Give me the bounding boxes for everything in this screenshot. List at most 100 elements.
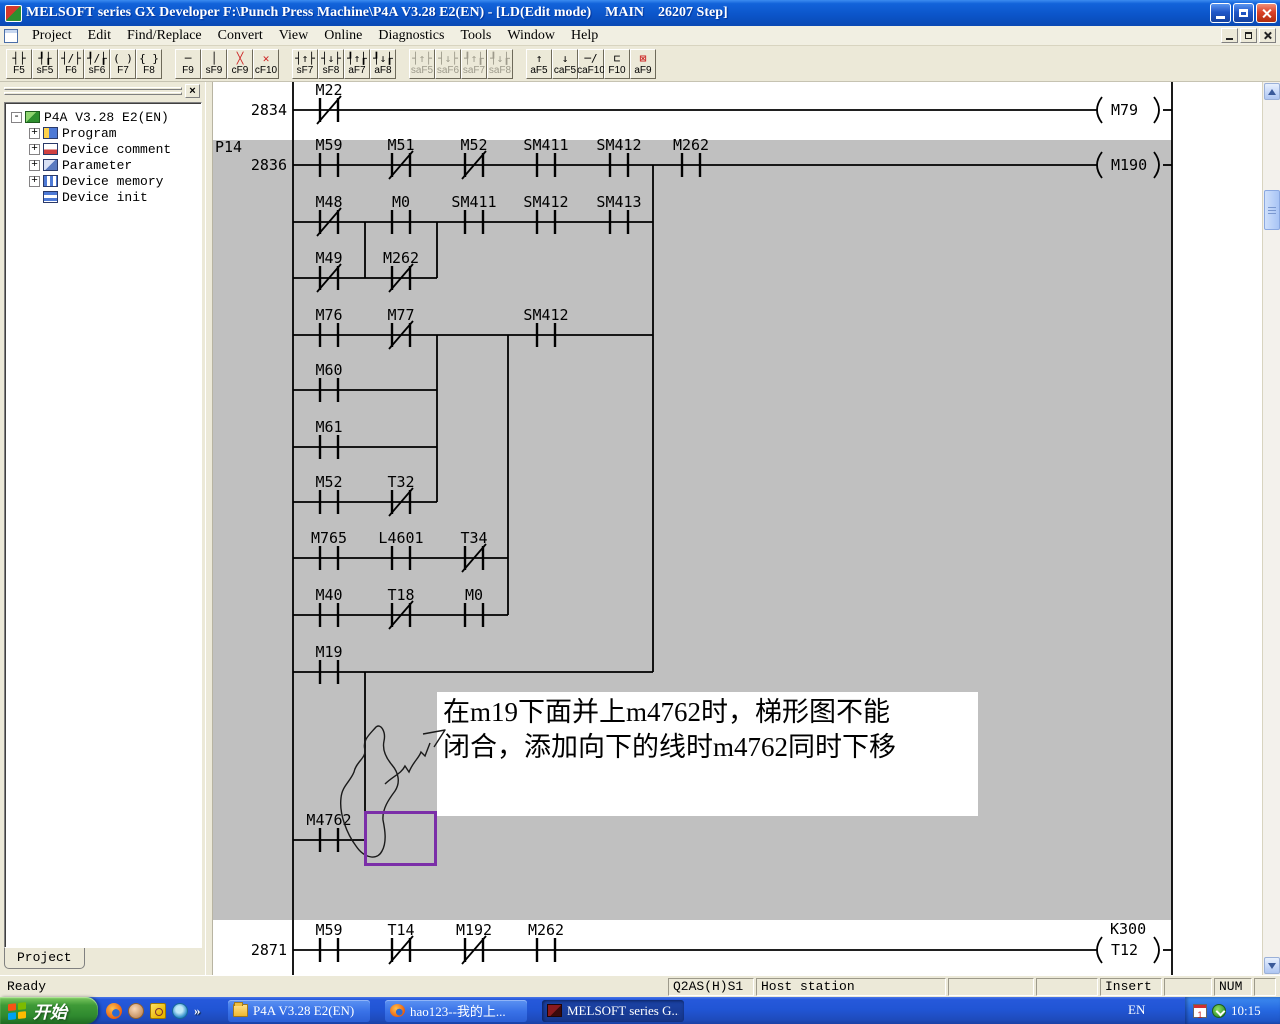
menu-find-replace[interactable]: Find/Replace [119,27,210,45]
tree-item-p4a-v3-28-e2-en-[interactable]: -P4A V3.28 E2(EN) [7,109,199,125]
dock-grip[interactable] [4,92,182,95]
tool-aF8-button[interactable]: ┦↓┟aF8 [370,49,396,79]
melsoft-icon [547,1004,562,1017]
menu-project[interactable]: Project [24,27,80,45]
tool-sF5-button[interactable]: ┦┟sF5 [32,49,58,79]
windows-taskbar: 开始 » P4A V3.28 E2(EN) hao123--我的上... MELSO… [0,997,1280,1024]
panel-close-button[interactable]: × [185,84,200,98]
annotation-note: 在m19下面并上m4762时，梯形图不能 闭合，添加向下的线时m4762同时下移 [437,692,978,816]
taskbar-button-hao123-[interactable]: hao123--我的上... [385,1000,527,1022]
mdi-document-icon[interactable] [4,29,18,43]
minimize-button[interactable] [1210,3,1231,23]
mdi-close-button[interactable] [1259,28,1276,43]
panel-tabs: Project [4,948,85,970]
close-button[interactable] [1256,3,1277,23]
tool-F5-button[interactable]: ┤├F5 [6,49,32,79]
tool-cF9-button[interactable]: ╳cF9 [227,49,253,79]
panel-splitter[interactable] [205,82,213,975]
expand-toggle[interactable]: + [29,160,40,171]
tool-F9-icon: ─ [185,52,192,65]
expand-toggle[interactable]: - [11,112,22,123]
tool-F10-button[interactable]: ⊏F10 [604,49,630,79]
minimize-icon [1216,16,1225,19]
restore-button[interactable] [1233,3,1254,23]
tab-project[interactable]: Project [4,948,85,969]
scrollbar-thumb[interactable] [1264,190,1280,230]
mdi-minimize-button[interactable] [1221,28,1238,43]
svg-text:M40: M40 [315,586,342,604]
firefox-icon[interactable] [106,1003,122,1019]
tool-sF6-button[interactable]: ┦/┟sF6 [84,49,110,79]
scroll-down-button[interactable] [1264,957,1280,974]
tool-caF5-button[interactable]: ↓caF5 [552,49,578,79]
tool-aF5-button[interactable]: ↑aF5 [526,49,552,79]
tool-F6-label: F6 [65,65,77,76]
tool-aF9-button[interactable]: ⊠aF9 [630,49,656,79]
quicklaunch-chevron-icon[interactable]: » [194,1003,201,1019]
dock-grip[interactable] [4,87,182,90]
tool-sF5-label: sF5 [37,65,54,76]
scroll-up-button[interactable] [1264,83,1280,100]
tree-item-parameter[interactable]: +Parameter [7,157,199,173]
tool-aF8-icon: ┦↓┟ [373,52,393,65]
svg-text:SM412: SM412 [523,193,568,211]
svg-text:2871: 2871 [251,941,287,959]
tool-F6-icon: ┤/├ [61,52,81,65]
tool-cF10-button[interactable]: ✕cF10 [253,49,279,79]
expand-toggle[interactable]: + [29,128,40,139]
menu-view[interactable]: View [271,27,316,45]
menu-online[interactable]: Online [316,27,370,45]
ladder-editor[interactable]: M22M792834M59M51M52SM411SM412M262M190283… [213,82,1262,975]
vertical-scrollbar[interactable] [1262,82,1280,975]
tool-F5-icon: ┤├ [12,52,25,65]
svg-text:M262: M262 [673,136,709,154]
svg-text:M79: M79 [1111,101,1138,119]
expand-toggle[interactable]: + [29,176,40,187]
svg-text:M49: M49 [315,249,342,267]
messenger-icon[interactable] [128,1003,144,1019]
taskbar-button-p4a-v3-28-e2-en-[interactable]: P4A V3.28 E2(EN) [228,1000,370,1022]
svg-text:K300: K300 [1110,920,1146,938]
start-button[interactable]: 开始 [0,997,98,1024]
panel-header[interactable]: × [2,84,202,100]
language-indicator[interactable]: EN [1128,1002,1145,1018]
firefox-icon [390,1004,405,1017]
tree-item-device-memory[interactable]: +Device memory [7,173,199,189]
tool-sF5-icon: ┦┟ [38,52,51,65]
tool-cF9-label: cF9 [232,65,249,76]
annotation-line-2: 闭合，添加向下的线时m4762同时下移 [443,730,972,765]
window-title: MELSOFT series GX Developer F:\Punch Pre… [26,5,1208,21]
tool-caF10-button[interactable]: ─/caF10 [578,49,604,79]
tree-item-device-comment[interactable]: +Device comment [7,141,199,157]
toolbar-group-1: ┤├F5┦┟sF5┤/├F6┦/┟sF6( )F7{ }F8 [6,49,162,79]
tool-F7-icon: ( ) [113,52,133,65]
tool-saF8-icon: ┦↓┟ [490,52,510,65]
tool-aF7-button[interactable]: ┦↑┟aF7 [344,49,370,79]
tree-item-program[interactable]: +Program [7,125,199,141]
tool-sF7-button[interactable]: ┤↑├sF7 [292,49,318,79]
expand-toggle[interactable]: + [29,144,40,155]
taskbar-button-melsoft-series-g-[interactable]: MELSOFT series G... [542,1000,684,1022]
svg-text:M0: M0 [392,193,410,211]
calendar-icon[interactable]: 1 [1193,1004,1207,1018]
tool-F6-button[interactable]: ┤/├F6 [58,49,84,79]
status-blank-3 [1164,978,1212,996]
search-icon[interactable] [150,1003,166,1019]
menu-window[interactable]: Window [499,27,563,45]
tool-sF9-button[interactable]: │sF9 [201,49,227,79]
menu-help[interactable]: Help [563,27,606,45]
menu-convert[interactable]: Convert [210,27,271,45]
ie-icon[interactable] [172,1003,188,1019]
menu-tools[interactable]: Tools [452,27,499,45]
mdi-restore-button[interactable] [1240,28,1257,43]
tree-item-device-init[interactable]: +Device init [7,189,199,205]
tool-saF7-button: ┦↑┟saF7 [461,49,487,79]
update-shield-icon[interactable] [1212,1004,1226,1018]
tool-F9-button[interactable]: ─F9 [175,49,201,79]
menu-edit[interactable]: Edit [80,27,119,45]
tool-F8-button[interactable]: { }F8 [136,49,162,79]
tree-item-label: Device init [62,190,148,205]
menu-diagnostics[interactable]: Diagnostics [370,27,452,45]
tool-sF8-button[interactable]: ┤↓├sF8 [318,49,344,79]
tool-F7-button[interactable]: ( )F7 [110,49,136,79]
